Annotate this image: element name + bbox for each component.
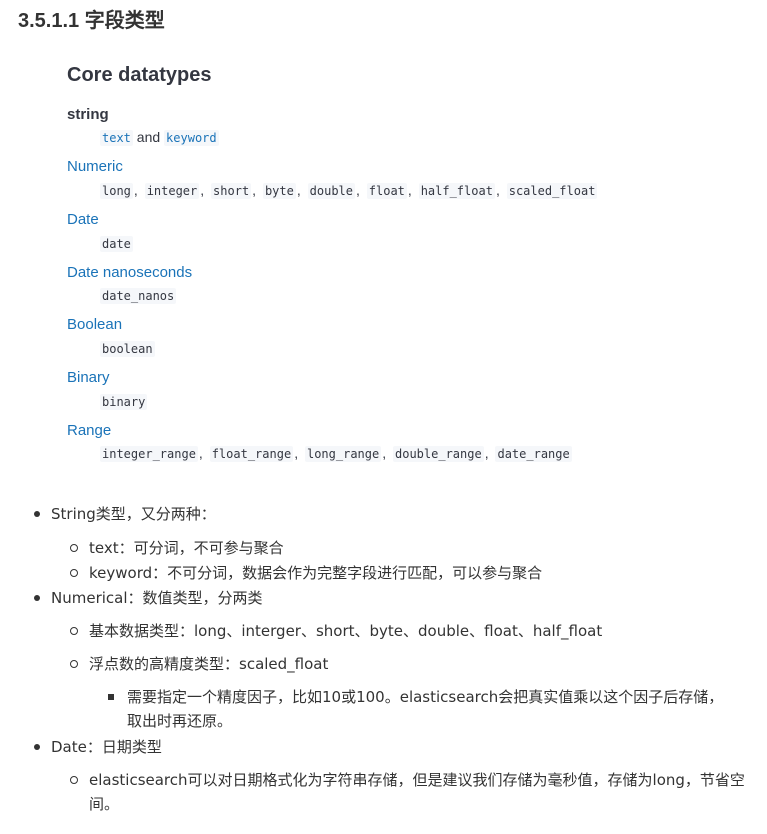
bullet-circle (70, 627, 78, 635)
code-integer: integer (144, 183, 200, 199)
term-string: string (67, 106, 109, 123)
desc-date: date (100, 235, 133, 252)
list-item-string-keyword: keyword：不可分词，数据会作为完整字段进行匹配，可以参与聚合 (89, 564, 543, 582)
code-long: long (100, 183, 133, 199)
bullet-square (108, 694, 114, 700)
code-keyword[interactable]: keyword (164, 130, 219, 146)
code-integer-range: integer_range (100, 446, 198, 462)
list-item-num-basic: 基本数据类型：long、interger、short、byte、double、f… (89, 622, 603, 640)
code-byte: byte (262, 183, 296, 199)
section-heading: 3.5.1.1 字段类型 (18, 10, 165, 32)
bullet-disc (34, 744, 40, 750)
list-item-date-note: elasticsearch可以对日期格式化为字符串存储，但是建议我们存储为毫秒值… (89, 771, 745, 813)
bullet-circle (70, 776, 78, 784)
desc-range: integer_range, float_range, long_range, … (100, 445, 572, 462)
term-boolean[interactable]: Boolean (67, 316, 122, 333)
term-date-nanoseconds[interactable]: Date nanoseconds (67, 264, 192, 281)
term-range[interactable]: Range (67, 422, 111, 439)
desc-date-nanos: date_nanos (100, 287, 177, 304)
code-binary: binary (100, 394, 148, 410)
bullet-circle (70, 544, 78, 552)
list-item-numerical: Numerical：数值类型，分两类 (51, 589, 263, 607)
list-item-string-type: String类型，又分两种： (51, 505, 216, 523)
code-date: date (100, 236, 133, 252)
code-scaled-float: scaled_float (506, 183, 598, 199)
list-item-num-float-note: 需要指定一个精度因子，比如10或100。elasticsearch会把真实值乘以… (127, 688, 724, 730)
term-date[interactable]: Date (67, 211, 99, 228)
code-date-range: date_range (495, 446, 572, 462)
code-double: double (307, 183, 355, 199)
code-double-range: double_range (393, 446, 484, 462)
code-text[interactable]: text (100, 130, 133, 146)
list-item-date: Date：日期类型 (51, 738, 162, 756)
code-half-float: half_float (418, 183, 495, 199)
bullet-circle (70, 569, 78, 577)
term-numeric[interactable]: Numeric (67, 158, 123, 175)
code-boolean: boolean (100, 341, 155, 357)
list-item-string-text: text：可分词，不可参与聚合 (89, 539, 284, 557)
list-item-num-float: 浮点数的高精度类型：scaled_float (89, 655, 329, 673)
code-date-nanos: date_nanos (100, 288, 177, 304)
desc-binary: binary (100, 393, 148, 410)
bullet-disc (34, 595, 40, 601)
desc-boolean: boolean (100, 340, 155, 357)
term-binary[interactable]: Binary (67, 369, 110, 386)
joiner-and: and (136, 129, 161, 145)
core-datatypes-title: Core datatypes (67, 64, 212, 86)
bullet-disc (34, 511, 40, 517)
desc-numeric: long, integer, short, byte, double, floa… (100, 182, 598, 199)
bullet-circle (70, 660, 78, 668)
code-float-range: float_range (209, 446, 294, 462)
desc-string: text and keyword (100, 129, 219, 146)
code-long-range: long_range (304, 446, 382, 462)
code-float: float (366, 183, 407, 199)
code-short: short (211, 183, 252, 199)
